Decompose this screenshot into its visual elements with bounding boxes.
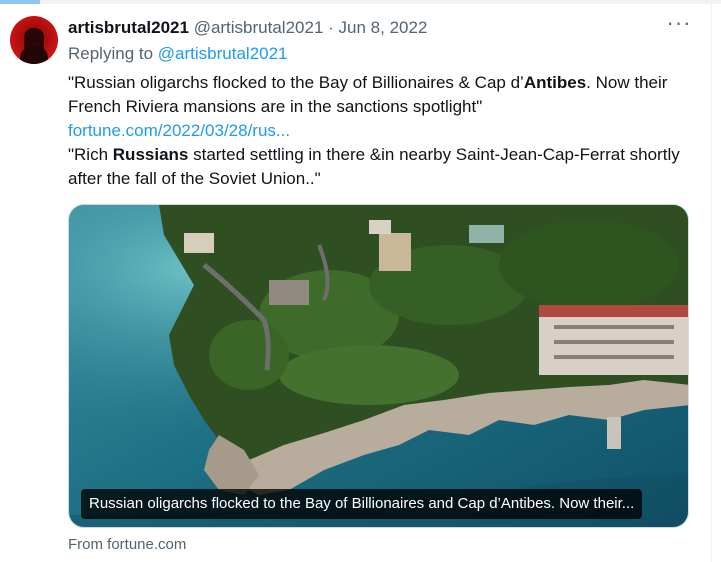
card-image — [69, 205, 688, 527]
separator: · — [328, 18, 334, 37]
replying-to: Replying to @artisbrutal2021 — [68, 43, 288, 65]
article-link-line: fortune.com/2022/03/28/rus... — [68, 119, 698, 143]
replying-prefix: Replying to — [68, 44, 154, 63]
quote2-text-a: "Rich — [68, 145, 113, 164]
user-handle[interactable]: @artisbrutal2021 — [194, 18, 324, 37]
column-border — [711, 0, 712, 562]
replying-handle-link[interactable]: @artisbrutal2021 — [158, 44, 288, 63]
thread-accent — [0, 0, 40, 4]
article-link[interactable]: fortune.com/2022/03/28/rus... — [68, 121, 290, 140]
avatar[interactable] — [10, 16, 58, 64]
top-divider — [0, 0, 721, 4]
tweet-date[interactable]: Jun 8, 2022 — [339, 18, 428, 37]
more-horizontal-icon[interactable]: ··· — [666, 12, 692, 38]
link-card[interactable]: Russian oligarchs flocked to the Bay of … — [68, 204, 689, 528]
quote2-bold: Russians — [112, 145, 189, 164]
quote-paragraph-2: "Rich Russians started settling in there… — [68, 143, 698, 191]
card-caption: Russian oligarchs flocked to the Bay of … — [81, 489, 643, 519]
quote-paragraph-1: "Russian oligarchs flocked to the Bay of… — [68, 71, 698, 119]
tweet-text: "Russian oligarchs flocked to the Bay of… — [68, 71, 698, 191]
tweet-header: artisbrutal2021 @artisbrutal2021 · Jun 8… — [68, 17, 427, 39]
display-name[interactable]: artisbrutal2021 — [68, 18, 189, 37]
card-source[interactable]: From fortune.com — [68, 535, 186, 555]
quote1-text-a: "Russian oligarchs flocked to the Bay of… — [68, 73, 524, 92]
avatar-shoulders — [20, 46, 48, 64]
quote1-bold: Antibes — [523, 73, 587, 92]
